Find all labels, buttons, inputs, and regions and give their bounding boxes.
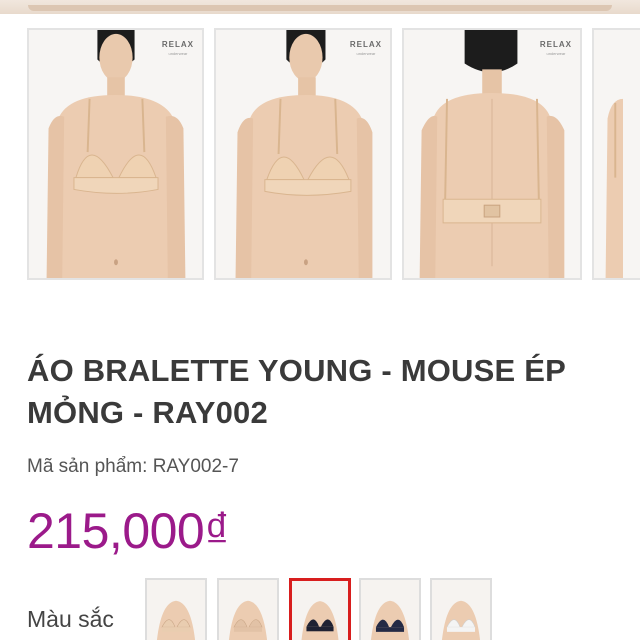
sku-value: RAY002-7 (152, 456, 239, 477)
main-product-image[interactable] (0, 0, 640, 14)
model-angle-image (216, 30, 390, 278)
model-side-image (594, 30, 640, 278)
brand-logo: RELAX underwear (161, 40, 194, 56)
color-swatch-nude[interactable] (145, 578, 207, 640)
product-detail-page: RELAX underwear RELAX underwear RELAX un… (0, 0, 640, 640)
color-swatch-black[interactable] (289, 578, 351, 640)
color-swatch-white[interactable] (430, 578, 492, 640)
brand-logo: RELAX underwear (539, 40, 572, 56)
color-label: Màu sắc (27, 606, 114, 632)
thumbnail-back[interactable]: RELAX underwear (402, 28, 582, 280)
color-swatch-navy[interactable] (359, 578, 421, 640)
product-price: 215,000₫ (27, 503, 230, 559)
color-swatches (145, 578, 640, 640)
product-title: ÁO BRALETTE YOUNG - MOUSE ÉP MỎNG - RAY0… (27, 353, 566, 430)
sku-label: Mã sản phẩm: (27, 456, 148, 477)
thumbnail-side[interactable] (592, 28, 640, 280)
model-back-image (404, 30, 580, 278)
thumbnail-front-angle[interactable]: RELAX underwear (214, 28, 392, 280)
thumbnail-gallery: RELAX underwear RELAX underwear RELAX un… (0, 28, 640, 280)
brand-logo: RELAX underwear (349, 40, 382, 56)
thumbnail-front[interactable]: RELAX underwear (27, 28, 204, 280)
sku-row: Mã sản phẩm: RAY002-7 (27, 456, 239, 478)
color-swatch-beige[interactable] (217, 578, 279, 640)
model-front-image (29, 30, 202, 278)
